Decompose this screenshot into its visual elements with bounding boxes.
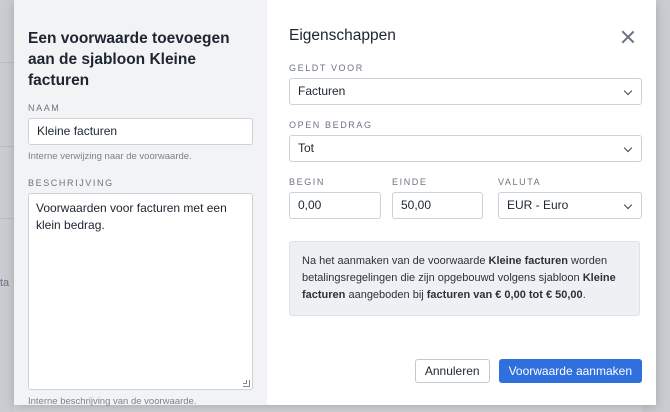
end-field-group: EINDE 50,00 (392, 177, 483, 219)
begin-input[interactable]: 0,00 (289, 192, 381, 219)
description-text: Voorwaarden voor facturen met een klein … (36, 201, 227, 232)
currency-label: VALUTA (498, 177, 542, 187)
name-help-text: Interne verwijzing naar de voorwaarde. (28, 151, 192, 162)
modal-footer: Annuleren Voorwaarde aanmaken (414, 359, 642, 383)
description-textarea[interactable]: Voorwaarden voor facturen met een klein … (28, 193, 253, 390)
description-help-text: Interne beschrijving van de voorwaarde. (28, 396, 197, 407)
info-text: . (582, 289, 586, 301)
chevron-down-icon (623, 86, 633, 96)
amount-range-row: BEGIN 0,00 EINDE 50,00 VALUTA EUR - Euro (289, 177, 642, 219)
end-label: EINDE (392, 177, 428, 187)
properties-panel: Eigenschappen GELDT VOOR Facturen OPEN B… (267, 0, 656, 405)
close-icon[interactable] (621, 30, 635, 44)
currency-select[interactable]: EUR - Euro (498, 192, 642, 219)
resize-handle-icon[interactable] (243, 380, 250, 387)
open-amount-select[interactable]: Tot (289, 135, 642, 162)
info-text: Na het aanmaken van de voorwaarde (302, 255, 489, 267)
open-amount-label: OPEN BEDRAG (289, 120, 373, 130)
background-divider (0, 146, 14, 147)
cancel-button[interactable]: Annuleren (414, 359, 490, 383)
background-divider (0, 62, 14, 63)
applies-to-value: Facturen (298, 84, 346, 98)
info-text: aangeboden bij (345, 289, 427, 301)
end-input[interactable]: 50,00 (392, 192, 483, 219)
info-amount-range: facturen van € 0,00 tot € 50,00 (426, 289, 583, 301)
background-partial-text: ta (0, 277, 10, 289)
modal-title: Een voorwaarde toevoegen aan de sjabloon… (28, 30, 230, 89)
chevron-down-icon (623, 200, 633, 210)
name-label: NAAM (28, 103, 61, 113)
begin-field-group: BEGIN 0,00 (289, 177, 381, 219)
properties-title: Eigenschappen (289, 27, 396, 44)
add-condition-modal: Een voorwaarde toevoegen aan de sjabloon… (14, 0, 656, 407)
create-condition-button[interactable]: Voorwaarde aanmaken (498, 359, 642, 383)
info-message: Na het aanmaken van de voorwaarde Kleine… (289, 241, 640, 316)
currency-field-group: VALUTA EUR - Euro (498, 177, 642, 219)
applies-to-label: GELDT VOOR (289, 63, 364, 73)
background-divider (0, 218, 14, 219)
general-panel: Een voorwaarde toevoegen aan de sjabloon… (14, 0, 267, 407)
chevron-down-icon (623, 143, 633, 153)
info-condition-name: Kleine facturen (488, 255, 568, 267)
open-amount-value: Tot (298, 141, 315, 155)
applies-to-select[interactable]: Facturen (289, 78, 642, 105)
begin-label: BEGIN (289, 177, 326, 187)
currency-value: EUR - Euro (507, 198, 569, 212)
description-label: BESCHRIJVING (28, 178, 114, 188)
name-input[interactable]: Kleine facturen (28, 118, 253, 145)
